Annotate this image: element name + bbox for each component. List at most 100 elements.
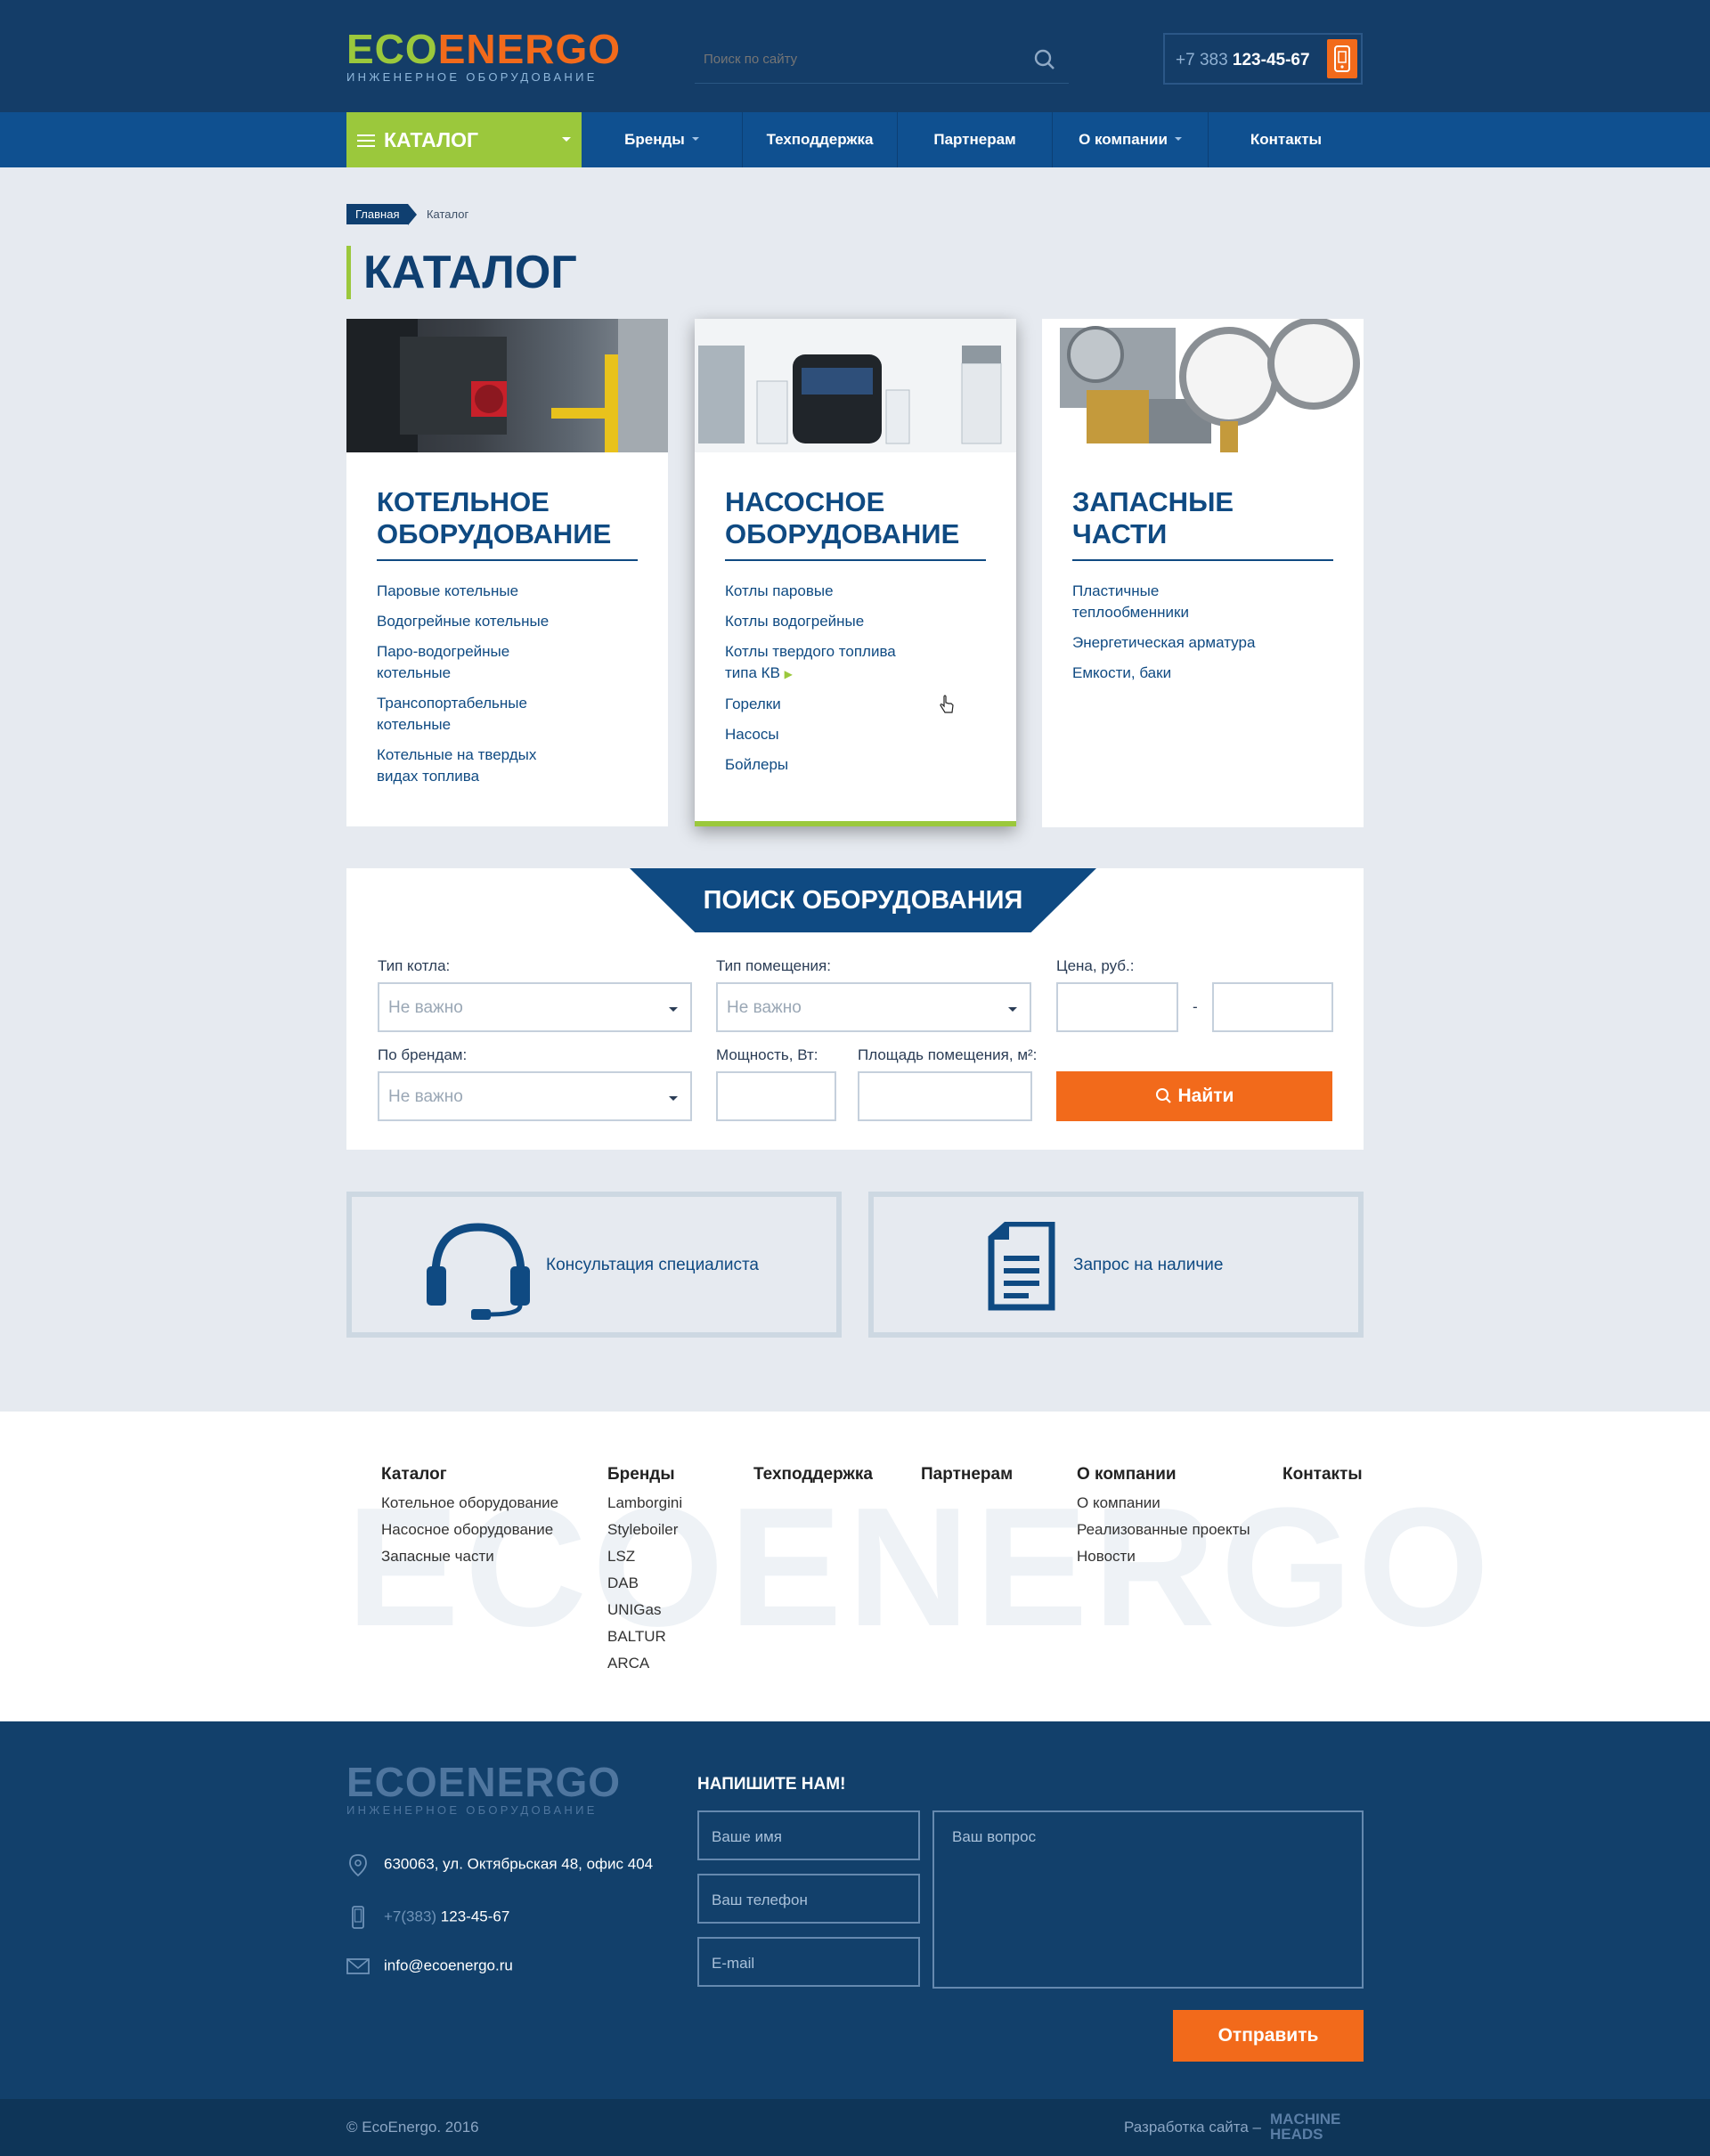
card-link[interactable]: Котлы водогрейные [725, 611, 912, 632]
footer-link[interactable]: UNIGas [607, 1597, 682, 1623]
boiler-room-image[interactable] [346, 319, 668, 452]
nav-contacts[interactable]: Контакты [1209, 112, 1364, 167]
card-title: НАСОСНОЕ ОБОРУДОВАНИЕ [725, 486, 986, 561]
pump-equipment-image[interactable] [695, 319, 1016, 452]
header-phone[interactable]: +7 383 123-45-67 [1176, 51, 1310, 70]
card-link[interactable]: Трансопортабельные котельные [377, 693, 564, 736]
card-link[interactable]: Паровые котельные [377, 581, 564, 602]
footer-link[interactable]: Реализованные проекты [1077, 1517, 1250, 1543]
footer-logo[interactable]: ECOENERGO ИНЖЕНЕРНОЕ ОБОРУДОВАНИЕ [346, 1761, 621, 1817]
footer-heading[interactable]: Бренды [607, 1465, 682, 1485]
nav-company[interactable]: О компании [1053, 112, 1209, 167]
footer-heading[interactable]: Техподдержка [753, 1465, 873, 1485]
footer-heading[interactable]: Контакты [1282, 1465, 1363, 1485]
arrow-right-icon: ▶ [784, 668, 793, 680]
chevron-down-icon [562, 137, 571, 146]
power-label: Мощность, Вт: [716, 1046, 818, 1063]
card-link[interactable]: Энергетическая арматура [1072, 632, 1259, 654]
brands-select[interactable]: Не важно [378, 1071, 692, 1121]
consultation-box[interactable]: Консультация специалиста [346, 1192, 842, 1338]
footer-link[interactable]: Styleboiler [607, 1517, 682, 1543]
breadcrumb-home[interactable]: Главная [346, 204, 419, 225]
card-link[interactable]: Насосы [725, 724, 912, 745]
nav-partners[interactable]: Партнерам [898, 112, 1053, 167]
footer-heading[interactable]: Партнерам [921, 1465, 1013, 1485]
developer-text: Разработка сайта – [1124, 2119, 1262, 2136]
footer-link[interactable]: О компании [1077, 1490, 1250, 1517]
email-input[interactable]: E-mail [697, 1937, 920, 1987]
copyright-bar: © EcoEnergo. 2016 Разработка сайта – MAC… [0, 2099, 1710, 2156]
breadcrumb-current: Каталог [426, 207, 469, 221]
search-icon [1155, 1088, 1171, 1104]
send-button[interactable]: Отправить [1173, 2010, 1364, 2062]
chevron-down-icon [691, 136, 699, 144]
footer-link[interactable]: Насосное оборудование [381, 1517, 558, 1543]
footer-link[interactable]: LSZ [607, 1543, 682, 1570]
footer-link[interactable]: Lamborgini [607, 1490, 682, 1517]
footer-col-company: О компании О компании Реализованные прое… [1077, 1465, 1250, 1570]
footer-heading[interactable]: Каталог [381, 1465, 558, 1485]
category-card-spare-parts: ЗАПАСНЫЕ ЧАСТИ Пластичные теплообменники… [1042, 319, 1364, 827]
footer-email[interactable]: info@ecoenergo.ru [346, 1955, 513, 1978]
brands-label: По брендам: [378, 1046, 468, 1063]
boiler-type-select[interactable]: Не важно [378, 982, 692, 1032]
logo[interactable]: ECOENERGO ИНЖЕНЕРНОЕ ОБОРУДОВАНИЕ [346, 28, 621, 84]
footer-links: ECOENERGO Каталог Котельное оборудование… [0, 1412, 1710, 1721]
power-input[interactable] [716, 1071, 836, 1121]
footer-link[interactable]: DAB [607, 1570, 682, 1597]
spare-parts-image[interactable] [1042, 319, 1364, 452]
footer-heading[interactable]: О компании [1077, 1465, 1250, 1485]
price-to-input[interactable] [1212, 982, 1333, 1032]
main-nav: КАТАЛОГ Бренды Техподдержка Партнерам О … [0, 112, 1710, 167]
page-title: КАТАЛОГ [346, 246, 577, 299]
footer-phone[interactable]: +7(383) 123-45-67 [346, 1906, 509, 1929]
search-icon[interactable] [1033, 48, 1056, 71]
nav-support[interactable]: Техподдержка [743, 112, 898, 167]
developer-logo[interactable]: MACHINE HEADS [1270, 2111, 1364, 2142]
search-box [695, 45, 1069, 84]
footer-link[interactable]: Запасные части [381, 1543, 558, 1570]
question-textarea[interactable]: Ваш вопрос [932, 1810, 1364, 1989]
search-input[interactable] [695, 45, 1015, 73]
category-card-pumps: НАСОСНОЕ ОБОРУДОВАНИЕ Котлы паровые Котл… [695, 319, 1016, 826]
room-type-select[interactable]: Не важно [716, 982, 1031, 1032]
address: 630063, ул. Октябрьская 48, офис 404 [346, 1853, 653, 1876]
phone-input[interactable]: Ваш телефон [697, 1874, 920, 1924]
name-input[interactable]: Ваше имя [697, 1810, 920, 1860]
chevron-down-icon [1174, 136, 1182, 144]
card-title: ЗАПАСНЫЕ ЧАСТИ [1072, 486, 1333, 561]
breadcrumb: Главная Каталог [346, 204, 469, 225]
catalog-menu-button[interactable]: КАТАЛОГ [346, 112, 582, 167]
card-link[interactable]: Котельные на твердых видах топлива [377, 744, 564, 787]
availability-request-box[interactable]: Запрос на наличие [868, 1192, 1364, 1338]
boiler-type-label: Тип котла: [378, 957, 451, 974]
nav-brands[interactable]: Бренды [582, 112, 743, 167]
phone-icon[interactable] [1327, 39, 1357, 78]
footer-col-partners: Партнерам [921, 1465, 1013, 1490]
price-dash: - [1193, 998, 1198, 1015]
area-input[interactable] [858, 1071, 1032, 1121]
chevron-down-icon [669, 1007, 678, 1016]
card-link[interactable]: Водогрейные котельные [377, 611, 564, 632]
card-link[interactable]: Котлы твердого топлива типа КВ ▶ [725, 641, 912, 685]
price-from-input[interactable] [1056, 982, 1178, 1032]
room-type-label: Тип помещения: [716, 957, 831, 974]
mobile-phone-icon [352, 1906, 364, 1929]
card-link[interactable]: Паро-водогрейные котельные [377, 641, 564, 684]
card-link[interactable]: Пластичные теплообменники [1072, 581, 1259, 623]
footer-contact: ECOENERGO ИНЖЕНЕРНОЕ ОБОРУДОВАНИЕ 630063… [0, 1721, 1710, 2099]
footer-link[interactable]: ARCA [607, 1650, 682, 1677]
footer-link[interactable]: BALTUR [607, 1623, 682, 1650]
footer-link[interactable]: Новости [1077, 1543, 1250, 1570]
footer-link[interactable]: Котельное оборудование [381, 1490, 558, 1517]
find-button[interactable]: Найти [1056, 1071, 1332, 1121]
footer-logo-subtitle: ИНЖЕНЕРНОЕ ОБОРУДОВАНИЕ [346, 1803, 598, 1817]
card-link[interactable]: Котлы паровые [725, 581, 912, 602]
card-link[interactable]: Емкости, баки [1072, 663, 1259, 684]
footer-col-contacts: Контакты [1282, 1465, 1363, 1490]
card-link[interactable]: Горелки [725, 694, 912, 715]
chevron-down-icon [669, 1096, 678, 1105]
search-form-title: ПОИСК ОБОРУДОВАНИЯ [630, 868, 1096, 932]
card-link[interactable]: Бойлеры [725, 754, 912, 776]
catalog-label: КАТАЛОГ [384, 128, 479, 151]
